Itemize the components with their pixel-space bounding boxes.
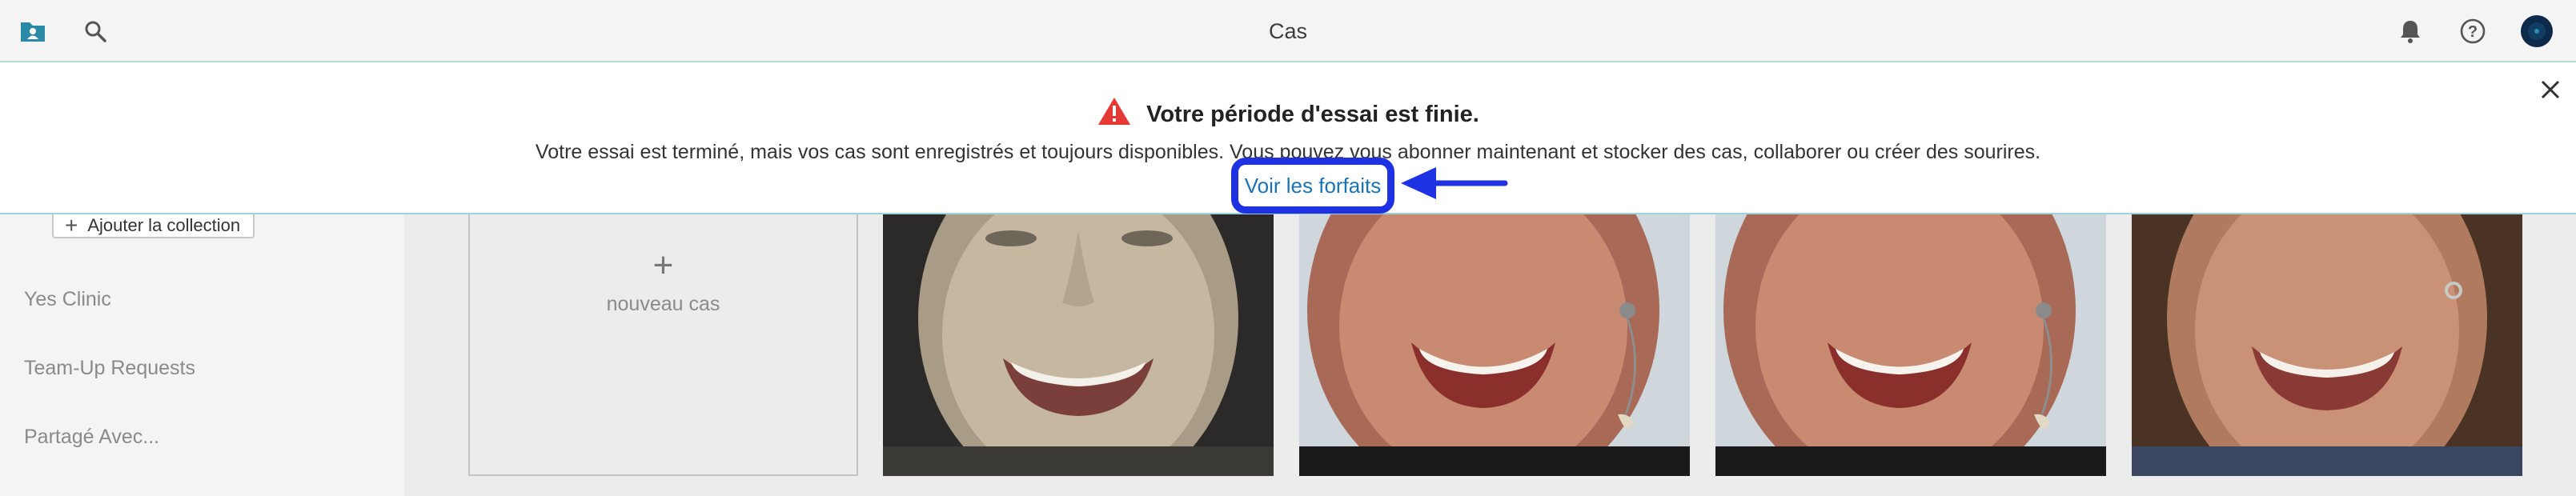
page-title: Cas: [1268, 19, 1307, 43]
banner-heading-text: Votre période d'essai est finie.: [1146, 102, 1479, 127]
sidebar: + Ajouter la collection Yes Clinic Team-…: [0, 214, 404, 496]
avatar[interactable]: [2520, 14, 2554, 48]
sidebar-item-shared-with[interactable]: Partagé Avec...: [24, 426, 159, 449]
add-collection-label: Ajouter la collection: [87, 215, 241, 235]
patient-photo-2[interactable]: [1299, 214, 1690, 476]
bell-icon[interactable]: [2393, 14, 2427, 48]
plus-icon: +: [65, 213, 78, 238]
patient-photo-4[interactable]: [2132, 214, 2522, 476]
sidebar-item-yes-clinic[interactable]: Yes Clinic: [24, 288, 111, 311]
arrow-left-icon: [1401, 167, 1508, 199]
banner-heading: Votre période d'essai est finie.: [0, 96, 2576, 133]
top-bar: Cas ?: [0, 0, 2576, 62]
patient-photo-3[interactable]: [1715, 214, 2106, 476]
svg-text:?: ?: [2468, 23, 2478, 41]
view-plans-link[interactable]: Voir les forfaits: [1231, 158, 1394, 214]
warning-icon: [1097, 96, 1132, 133]
plus-icon: +: [652, 246, 674, 285]
sidebar-item-team-up-requests[interactable]: Team-Up Requests: [24, 357, 195, 380]
help-icon[interactable]: ?: [2456, 14, 2490, 48]
case-gallery: + nouveau cas: [404, 214, 2576, 496]
new-case-card[interactable]: + nouveau cas: [468, 214, 858, 476]
patient-photo-1[interactable]: [883, 214, 1274, 476]
new-case-label: nouveau cas: [606, 293, 720, 315]
add-collection-button[interactable]: + Ajouter la collection: [52, 214, 255, 238]
folder-user-icon[interactable]: [16, 14, 50, 48]
trial-expired-banner: Votre période d'essai est finie. Votre e…: [0, 64, 2576, 214]
search-icon[interactable]: [78, 14, 112, 48]
